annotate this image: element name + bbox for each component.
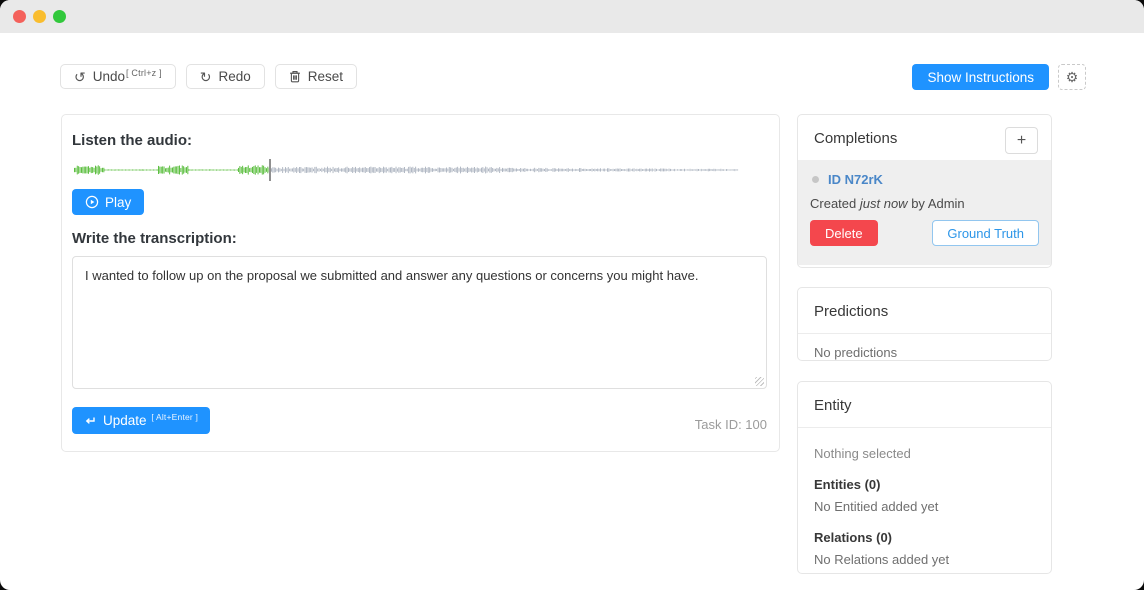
undo-shortcut: [ Ctrl+z ] [126,68,162,78]
transcription-field-wrap: I wanted to follow up on the proposal we… [72,256,767,389]
undo-button[interactable]: ↺ Undo[ Ctrl+z ] [60,64,176,89]
completion-id-row[interactable]: ID N72rK [810,172,1039,187]
redo-button[interactable]: ↻ Redo [186,64,265,89]
toolbar: ↺ Undo[ Ctrl+z ] ↻ Redo Reset Show Instr… [60,64,1086,91]
delete-completion-button[interactable]: Delete [810,220,878,246]
relations-heading: Relations (0) [814,530,1035,545]
update-shortcut: [ Alt+Enter ] [151,412,198,422]
task-footer: Update [ Alt+Enter ] Task ID: 100 [72,407,767,434]
task-id-label: Task ID: 100 [695,417,767,434]
settings-button[interactable]: ⚙ [1058,64,1086,90]
entities-heading: Entities (0) [814,477,1035,492]
undo-icon: ↺ [74,70,86,84]
created-time: just now [860,196,908,211]
toolbar-right-group: Show Instructions ⚙ [912,64,1086,90]
predictions-panel: Predictions No predictions [797,287,1052,361]
window-titlebar [0,0,1144,33]
audio-waveform[interactable] [72,158,767,182]
gear-icon: ⚙ [1066,69,1079,86]
play-icon [85,195,99,209]
ground-truth-button[interactable]: Ground Truth [932,220,1039,246]
completion-id-link[interactable]: ID N72rK [828,172,883,187]
update-button[interactable]: Update [ Alt+Enter ] [72,407,210,434]
waveform-graphic [72,158,767,182]
entities-empty-text: No Entitied added yet [814,499,1035,514]
update-label: Update [ Alt+Enter ] [103,413,198,428]
completion-item: ID N72rK Created just now by Admin Delet… [798,160,1051,265]
play-button[interactable]: Play [72,189,144,215]
entity-body: Nothing selected Entities (0) No Entitie… [798,428,1051,567]
sidebar: Completions + ID N72rK Created just now … [797,114,1052,574]
entity-title: Entity [798,382,1051,427]
minimize-window-icon[interactable] [33,10,46,23]
completion-bullet-icon [812,176,819,183]
completion-actions: Delete Ground Truth [810,220,1039,246]
redo-icon: ↻ [200,70,212,84]
transcription-heading: Write the transcription: [72,230,767,247]
app-window: ↺ Undo[ Ctrl+z ] ↻ Redo Reset Show Instr… [0,0,1144,590]
show-instructions-button[interactable]: Show Instructions [912,64,1049,90]
reset-label: Reset [308,69,343,84]
transcription-input[interactable]: I wanted to follow up on the proposal we… [72,256,767,389]
enter-key-icon [84,415,96,427]
relations-empty-text: No Relations added yet [814,552,1035,567]
close-window-icon[interactable] [13,10,26,23]
completion-created-text: Created just now by Admin [810,196,1039,211]
predictions-empty-text: No predictions [798,334,1051,361]
task-panel: Listen the audio: Play Write the transcr… [61,114,780,452]
audio-heading: Listen the audio: [72,132,767,149]
entity-panel: Entity Nothing selected Entities (0) No … [797,381,1052,574]
redo-label: Redo [219,69,251,84]
plus-icon: + [1017,132,1026,150]
undo-label: Undo[ Ctrl+z ] [93,69,162,84]
trash-icon [289,70,301,83]
play-label: Play [105,195,131,210]
zoom-window-icon[interactable] [53,10,66,23]
reset-button[interactable]: Reset [275,64,357,89]
add-completion-button[interactable]: + [1005,127,1038,154]
completions-panel: Completions + ID N72rK Created just now … [797,114,1052,268]
predictions-title: Predictions [798,288,1051,333]
entity-nothing-selected: Nothing selected [814,446,1035,461]
